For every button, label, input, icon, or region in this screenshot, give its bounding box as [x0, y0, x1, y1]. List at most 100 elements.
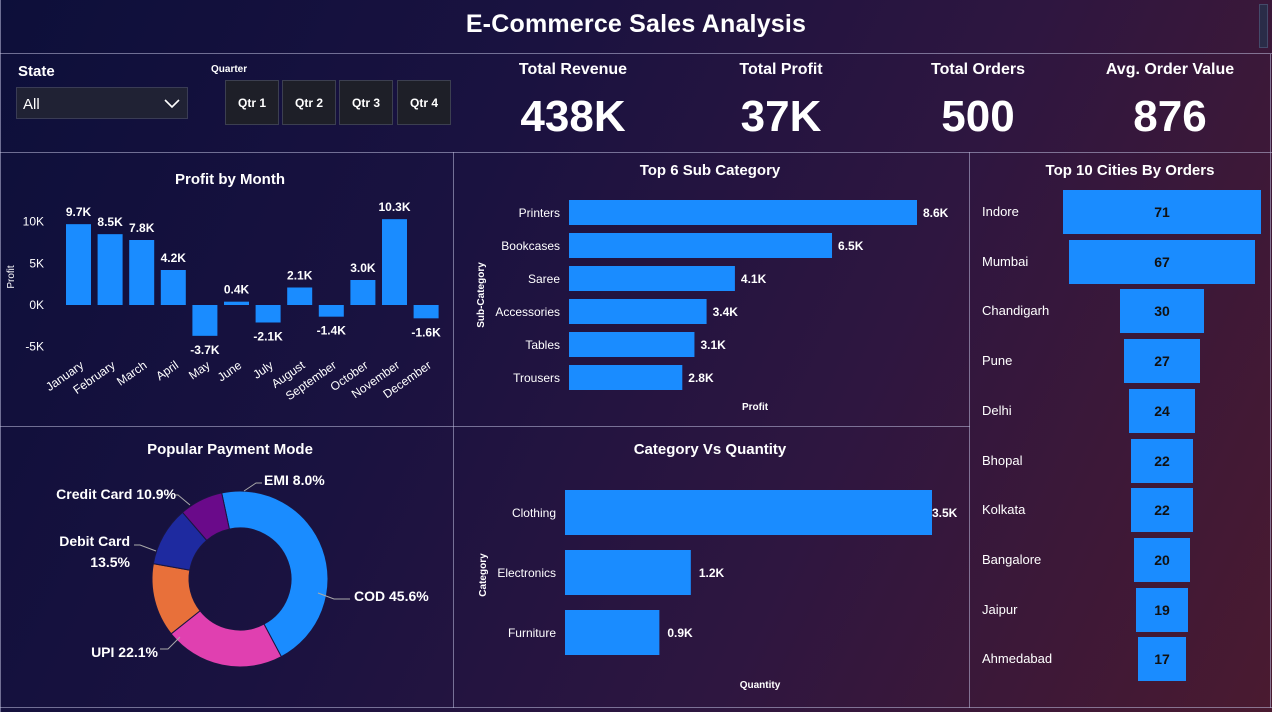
chart-title-category-qty: Category Vs Quantity: [633, 441, 787, 458]
x-axis-label: Profit: [742, 402, 769, 413]
data-label: 0.9K: [667, 626, 693, 640]
state-value: All: [23, 96, 40, 113]
divider: [0, 707, 1272, 708]
bar-january: [66, 224, 91, 305]
city-bar-jaipur: 19: [1135, 587, 1189, 632]
subcategory-chart: Sub-Category Printers 8.6K Bookcases 6.5K Sar…: [476, 200, 949, 413]
bar-august: [287, 287, 313, 305]
data-label: -3.7K: [190, 343, 220, 357]
y-axis-label: Sub-Category: [476, 262, 487, 328]
y-tick-label: 10K: [23, 215, 44, 229]
data-label: 3.0K: [350, 261, 376, 275]
chart-title-subcategory: Top 6 Sub Category: [639, 162, 781, 179]
city-bar-bhopal: 22: [1131, 438, 1193, 483]
bar-october: [350, 280, 376, 305]
bar-february: [97, 234, 123, 305]
city-bar-chandigarh: 30: [1120, 289, 1204, 334]
data-label: -2.1K: [253, 330, 283, 344]
city-label: Mumbai: [982, 253, 1029, 269]
city-label: Bangalore: [982, 551, 1042, 567]
kpi-profit-value: 37K: [740, 92, 822, 141]
bar-clothing: [565, 490, 932, 535]
category-label: Bookcases: [501, 239, 560, 253]
bar-trousers: [569, 365, 683, 390]
bar-december: [413, 305, 439, 319]
divider: [0, 426, 970, 427]
data-label: 2.8K: [688, 371, 714, 385]
leader-line: [174, 494, 191, 506]
slice-label: Credit Card 10.9%: [56, 486, 176, 502]
quarter-button-q3[interactable]: Qtr 3: [339, 80, 393, 125]
quarter-label: Quarter: [211, 64, 248, 75]
slice-label: COD 45.6%: [354, 588, 429, 604]
city-bar-indore: 71: [1063, 190, 1261, 234]
y-tick-label: 0K: [29, 298, 44, 312]
city-label: Kolkata: [982, 502, 1026, 518]
bar-april: [160, 270, 186, 305]
bar-march: [129, 240, 155, 305]
bar-july: [255, 305, 281, 323]
y-tick-label: 5K: [29, 256, 44, 270]
bar-may: [192, 305, 218, 336]
data-label: -1.4K: [317, 324, 347, 338]
x-axis-label: Quantity: [740, 680, 781, 691]
city-bar-mumbai: 67: [1068, 239, 1256, 284]
city-bar-pune: 27: [1124, 339, 1200, 384]
data-label: 0.4K: [224, 283, 250, 297]
category-label: Accessories: [495, 305, 560, 319]
category-label: Saree: [528, 272, 560, 286]
x-tick-label: May: [186, 358, 213, 382]
title-bar: E-Commerce Sales Analysis: [0, 0, 1272, 54]
y-axis-label: Category: [478, 553, 489, 597]
quarter-button-q4[interactable]: Qtr 4: [397, 80, 451, 125]
scrollbar[interactable]: [1259, 4, 1268, 48]
data-label: 8.5K: [97, 215, 123, 229]
city-bar-bangalore: 20: [1134, 537, 1190, 582]
y-axis-label: Profit: [6, 265, 17, 289]
category-quantity-chart: Category Clothing 3.5K Electronics 1.2K Furni…: [478, 490, 958, 691]
category-label: Clothing: [512, 506, 556, 520]
x-tick-label: March: [114, 358, 149, 389]
data-label: 3.4K: [713, 305, 739, 319]
bar-tables: [569, 332, 695, 357]
state-label: State: [18, 63, 55, 80]
data-label: -1.6K: [411, 325, 441, 339]
city-label: Bhopal: [982, 452, 1023, 468]
x-tick-label: April: [153, 358, 181, 383]
kpi-orders-value: 500: [941, 92, 1015, 141]
data-label: 10.3K: [378, 200, 410, 214]
chart-title-cities: Top 10 Cities By Orders: [1045, 162, 1215, 179]
bar-accessories: [569, 299, 707, 324]
state-dropdown[interactable]: All: [16, 87, 188, 119]
payment-donut-chart: COD 45.6% UPI 22.1% Debit Card 13.5% Credit …: [56, 472, 429, 668]
bar-june: [224, 301, 249, 305]
category-label: Electronics: [497, 566, 556, 580]
x-tick-label: June: [215, 358, 245, 385]
data-label: 6.5K: [838, 239, 864, 253]
kpi-profit-label: Total Profit: [739, 61, 823, 78]
city-label: Delhi: [982, 402, 1012, 418]
bar-printers: [569, 200, 917, 225]
kpi-revenue-value: 438K: [520, 92, 626, 141]
bar-november: [382, 219, 407, 305]
data-label: 4.1K: [741, 272, 767, 286]
bar-saree: [569, 266, 735, 291]
kpi-orders-label: Total Orders: [931, 61, 1025, 78]
page-title: E-Commerce Sales Analysis: [465, 10, 807, 38]
category-label: Furniture: [508, 626, 556, 640]
data-label: 4.2K: [161, 251, 187, 265]
data-label: 3.1K: [700, 338, 726, 352]
bar-september: [318, 305, 344, 317]
leader-line: [134, 544, 157, 552]
city-label: Chandigarh: [982, 303, 1050, 319]
kpi-aov-label: Avg. Order Value: [1105, 61, 1235, 78]
quarter-button-q2[interactable]: Qtr 2: [282, 80, 336, 125]
data-label: 2.1K: [287, 269, 313, 283]
quarter-button-q1[interactable]: Qtr 1: [225, 80, 279, 125]
category-label: Tables: [525, 338, 560, 352]
city-bar-kolkata: 22: [1131, 488, 1193, 533]
data-label: 1.2K: [699, 566, 725, 580]
divider: [969, 152, 970, 708]
data-label: 3.5K: [932, 506, 958, 520]
kpi-revenue-label: Total Revenue: [518, 61, 628, 78]
